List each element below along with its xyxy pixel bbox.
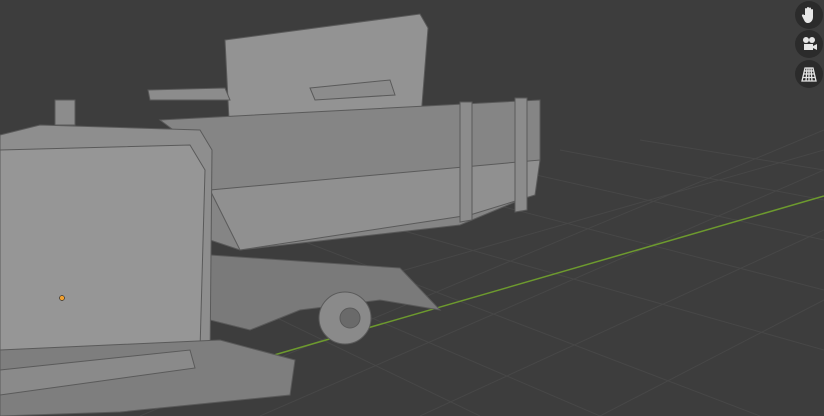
perspective-grid-icon [801, 67, 817, 82]
origin-point [59, 295, 65, 301]
perspective-toggle-button[interactable] [795, 60, 823, 88]
hand-pan-button[interactable] [795, 1, 823, 29]
camera-icon [803, 37, 817, 50]
camera-view-button[interactable] [795, 30, 823, 58]
3d-viewport[interactable] [0, 0, 824, 416]
hand-icon [801, 7, 813, 23]
